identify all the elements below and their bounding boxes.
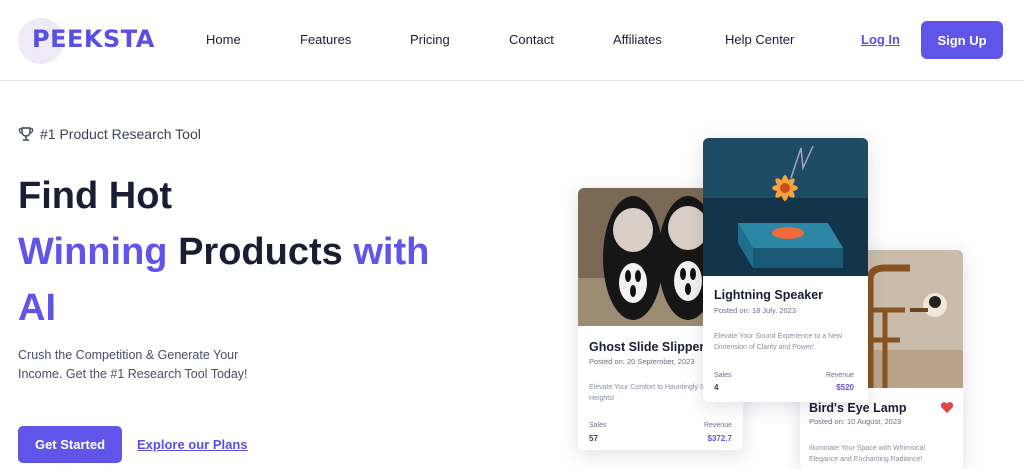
hero-headline: Find Hot Winning Products with AI: [18, 168, 429, 336]
product-description: Illuminate Your Space with Whimsical Ele…: [809, 445, 925, 463]
headline-word-products: Products: [178, 231, 343, 273]
revenue-label: Revenue: [825, 372, 854, 379]
brand-name: PEEKSTA: [32, 25, 155, 53]
revenue-value: $372.7: [707, 434, 732, 443]
sales-value: 57: [589, 434, 598, 443]
favorite-heart-icon[interactable]: [940, 401, 954, 414]
sales-value: 4: [714, 383, 719, 392]
product-posted-date: Posted on: 20 September, 2023: [589, 357, 695, 366]
headline-accent-winning: Winning: [18, 231, 168, 273]
top-navigation-bar: PEEKSTA Home Features Pricing Contact Af…: [0, 0, 1024, 81]
product-posted-date: Posted on: 18 July, 2023: [714, 306, 797, 315]
nav-item-help-center[interactable]: Help Center: [725, 32, 794, 47]
lightning-speaker-image: [703, 138, 868, 276]
product-posted-date: Posted on: 10 August, 2023: [809, 417, 902, 426]
product-name: Ghost Slide Slippers: [589, 340, 712, 354]
revenue-value: $520: [836, 383, 854, 392]
product-name: Bird's Eye Lamp: [809, 401, 907, 415]
hero-badge: #1 Product Research Tool: [18, 126, 201, 142]
headline-line-2: Winning Products with: [18, 224, 429, 280]
nav-item-features[interactable]: Features: [300, 32, 351, 47]
product-name: Lightning Speaker: [714, 288, 824, 302]
nav-item-home[interactable]: Home: [206, 32, 241, 47]
revenue-label: Revenue: [703, 422, 732, 429]
headline-accent-ai: AI: [18, 287, 56, 329]
sales-label: Sales: [589, 422, 607, 429]
login-link[interactable]: Log In: [861, 32, 900, 47]
sales-label: Sales: [714, 372, 732, 379]
explore-plans-link[interactable]: Explore our Plans: [137, 437, 248, 452]
trophy-icon: [18, 127, 34, 141]
get-started-button[interactable]: Get Started: [18, 426, 122, 463]
headline-line-1: Find Hot: [18, 175, 173, 217]
headline-accent-with: with: [353, 231, 430, 273]
nav-item-affiliates[interactable]: Affiliates: [613, 32, 662, 47]
nav-item-contact[interactable]: Contact: [509, 32, 554, 47]
brand-logo[interactable]: PEEKSTA: [18, 14, 154, 64]
hero-badge-text: #1 Product Research Tool: [40, 126, 201, 142]
signup-button[interactable]: Sign Up: [921, 21, 1003, 59]
product-card-lightning-speaker[interactable]: Lightning Speaker Posted on: 18 July, 20…: [703, 138, 868, 402]
nav-item-pricing[interactable]: Pricing: [410, 32, 450, 47]
product-description: Elevate Your Sound Experience to a New D…: [714, 333, 843, 351]
hero-subtext: Crush the Competition & Generate Your In…: [18, 348, 248, 381]
